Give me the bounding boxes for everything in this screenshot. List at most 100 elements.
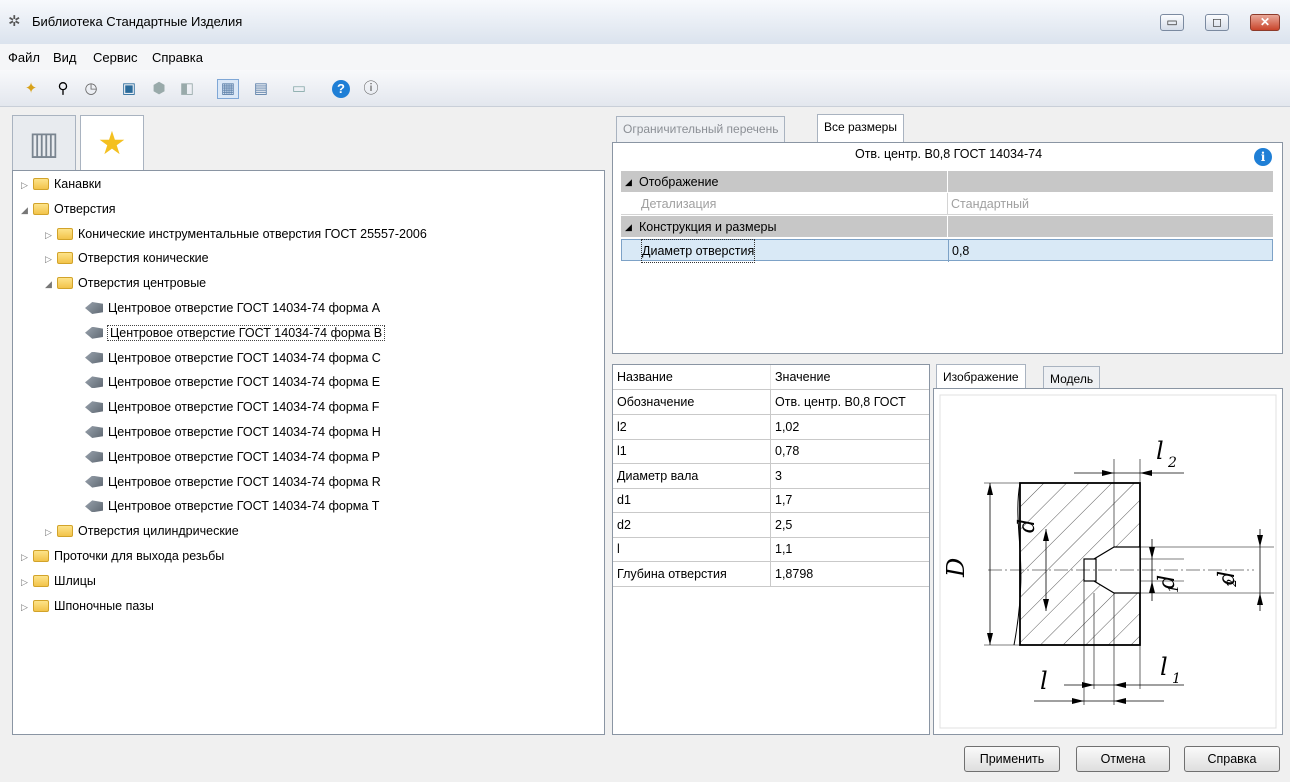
tab-image[interactable]: Изображение xyxy=(936,364,1026,390)
tree-label: Канавки xyxy=(54,177,102,191)
tree-item[interactable]: Центровое отверстие ГОСТ 14034-74 форма … xyxy=(71,371,380,393)
view-grid-icon[interactable]: ▦ xyxy=(217,79,239,99)
tree-item[interactable]: Центровое отверстие ГОСТ 14034-74 форма … xyxy=(71,446,380,468)
about-icon[interactable]: ⓘ xyxy=(360,79,382,99)
pin-icon[interactable]: ✦ xyxy=(20,79,42,99)
table-row[interactable]: l1 0,78 xyxy=(613,439,929,464)
folder-icon xyxy=(33,574,49,587)
title-bar: ✲ Библиотека Стандартные Изделия ▭ ◻ ✕ xyxy=(0,0,1290,45)
collapsed-arrow-icon[interactable]: ▷ xyxy=(45,248,57,270)
toolbar: ✦ ⚲ ◷ ▣ ⬢ ◧ ▦ ▤ ▭ ? ⓘ xyxy=(0,70,1290,107)
tab-favorites[interactable]: ★ xyxy=(80,115,144,173)
param-name: Глубина отверстия xyxy=(617,566,727,581)
clock-icon[interactable]: ◷ xyxy=(80,79,102,99)
column-divider xyxy=(770,439,771,463)
table-row[interactable]: d1 1,7 xyxy=(613,488,929,513)
minimize-button[interactable]: ▭ xyxy=(1160,14,1184,31)
tree-label: Конические инструментальные отверстия ГО… xyxy=(78,226,427,241)
column-divider xyxy=(770,463,771,488)
property-row-diameter[interactable]: Диаметр отверстия 0,8 xyxy=(621,239,1273,263)
collapsed-arrow-icon[interactable]: ▷ xyxy=(45,224,57,246)
tree-item[interactable]: Центровое отверстие ГОСТ 14034-74 форма … xyxy=(71,322,386,344)
collapse-arrow-icon[interactable]: ◢ xyxy=(625,216,632,238)
tree-item[interactable]: Центровое отверстие ГОСТ 14034-74 форма … xyxy=(71,297,380,319)
category-display[interactable]: ◢ Отображение xyxy=(621,171,1273,193)
tree-label: Центровое отверстие ГОСТ 14034-74 форма … xyxy=(106,324,386,341)
menu-view[interactable]: Вид xyxy=(53,50,77,65)
collapsed-arrow-icon[interactable]: ▷ xyxy=(21,596,33,618)
part-icon xyxy=(85,500,103,513)
image-panel: D d d 1 d 2 l 2 l l 1 xyxy=(933,388,1283,735)
table-row[interactable]: l 1,1 xyxy=(613,537,929,562)
property-row-detail[interactable]: Детализация Стандартный xyxy=(621,193,1273,215)
tab-all-sizes[interactable]: Все размеры xyxy=(817,114,904,142)
tree-folder[interactable]: ▷ Шпоночные пазы xyxy=(21,595,154,617)
tree-folder[interactable]: ▷ Конические инструментальные отверстия Г… xyxy=(45,223,427,245)
table-row[interactable]: Диаметр вала 3 xyxy=(613,463,929,489)
table-row[interactable]: Глубина отверстия 1,8798 xyxy=(613,561,929,587)
save-icon[interactable]: ▣ xyxy=(118,79,140,99)
expanded-arrow-icon[interactable]: ◢ xyxy=(45,273,57,295)
tree-folder[interactable]: ▷ Отверстия цилиндрические xyxy=(45,520,239,542)
close-button[interactable]: ✕ xyxy=(1250,14,1280,31)
tree-item[interactable]: Центровое отверстие ГОСТ 14034-74 форма … xyxy=(71,347,381,369)
help-icon[interactable]: ? xyxy=(332,80,350,98)
tree-item[interactable]: Центровое отверстие ГОСТ 14034-74 форма … xyxy=(71,396,379,418)
apply-button[interactable]: Применить xyxy=(964,746,1060,772)
tree-item[interactable]: Центровое отверстие ГОСТ 14034-74 форма … xyxy=(71,495,379,517)
tree-folder[interactable]: ▷ Канавки xyxy=(21,173,101,195)
maximize-button[interactable]: ◻ xyxy=(1205,14,1229,31)
cancel-button[interactable]: Отмена xyxy=(1076,746,1170,772)
part-icon xyxy=(85,302,103,314)
param-name: Название xyxy=(617,370,673,384)
category-construction[interactable]: ◢ Конструкция и размеры xyxy=(621,216,1273,238)
menu-file[interactable]: Файл xyxy=(8,50,40,65)
menu-help[interactable]: Справка xyxy=(152,50,203,65)
tree-label: Центровое отверстие ГОСТ 14034-74 форма … xyxy=(108,350,381,365)
folder-icon xyxy=(57,277,73,290)
tree-folder[interactable]: ▷ Проточки для выхода резьбы xyxy=(21,545,224,567)
menu-bar: Файл Вид Сервис Справка xyxy=(0,44,1290,70)
view-list-icon[interactable]: ▭ xyxy=(288,79,310,99)
tab-model[interactable]: Модель xyxy=(1043,366,1101,390)
star-icon: ★ xyxy=(97,125,127,161)
binoculars-icon[interactable]: ⚲ xyxy=(52,79,74,99)
tree-folder[interactable]: ◢ Отверстия xyxy=(21,198,116,220)
label-l1-sub: 1 xyxy=(1172,671,1181,687)
export-icon[interactable]: ◧ xyxy=(176,79,198,99)
tree-item[interactable]: Центровое отверстие ГОСТ 14034-74 форма … xyxy=(71,471,381,493)
part-icon[interactable]: ⬢ xyxy=(148,79,170,99)
view-table-icon[interactable]: ▤ xyxy=(250,79,272,99)
tree-label: Центровое отверстие ГОСТ 14034-74 форма … xyxy=(108,474,381,489)
label-l2: l xyxy=(1156,437,1164,465)
column-divider xyxy=(770,561,771,586)
menu-service[interactable]: Сервис xyxy=(93,50,138,65)
tree-label: Проточки для выхода резьбы xyxy=(54,549,225,563)
help-button[interactable]: Справка xyxy=(1184,746,1280,772)
param-value: Отв. центр. B0,8 ГОСТ xyxy=(775,395,906,409)
label-d: d xyxy=(1015,519,1040,533)
collapsed-arrow-icon[interactable]: ▷ xyxy=(45,521,57,543)
tree-folder[interactable]: ▷ Шлицы xyxy=(21,570,96,592)
collapsed-arrow-icon[interactable]: ▷ xyxy=(21,546,33,568)
tree-folder[interactable]: ◢ Отверстия центровые xyxy=(45,272,206,294)
tab-restrictive-list[interactable]: Ограничительный перечень xyxy=(616,116,786,142)
detail-value: Стандартный xyxy=(951,197,1029,211)
table-row[interactable]: l2 1,02 xyxy=(613,414,929,440)
collapse-arrow-icon[interactable]: ◢ xyxy=(625,171,632,193)
part-icon xyxy=(85,326,103,339)
table-row[interactable]: d2 2,5 xyxy=(613,512,929,538)
collapsed-arrow-icon[interactable]: ▷ xyxy=(21,174,33,196)
diameter-value[interactable]: 0,8 xyxy=(952,240,969,262)
table-row[interactable]: Обозначение Отв. центр. B0,8 ГОСТ xyxy=(613,390,929,415)
detail-label: Детализация xyxy=(641,197,717,211)
label-d1-sub: 1 xyxy=(1167,585,1182,593)
tree-folder[interactable]: ▷ Отверстия конические xyxy=(45,247,209,269)
param-value: 1,02 xyxy=(775,419,800,434)
tree-item[interactable]: Центровое отверстие ГОСТ 14034-74 форма … xyxy=(71,421,381,443)
expanded-arrow-icon[interactable]: ◢ xyxy=(21,199,33,221)
category-display-label: Отображение xyxy=(639,175,719,189)
tab-catalog[interactable]: ▥ xyxy=(12,115,76,171)
collapsed-arrow-icon[interactable]: ▷ xyxy=(21,571,33,593)
info-icon[interactable]: i xyxy=(1254,148,1272,166)
